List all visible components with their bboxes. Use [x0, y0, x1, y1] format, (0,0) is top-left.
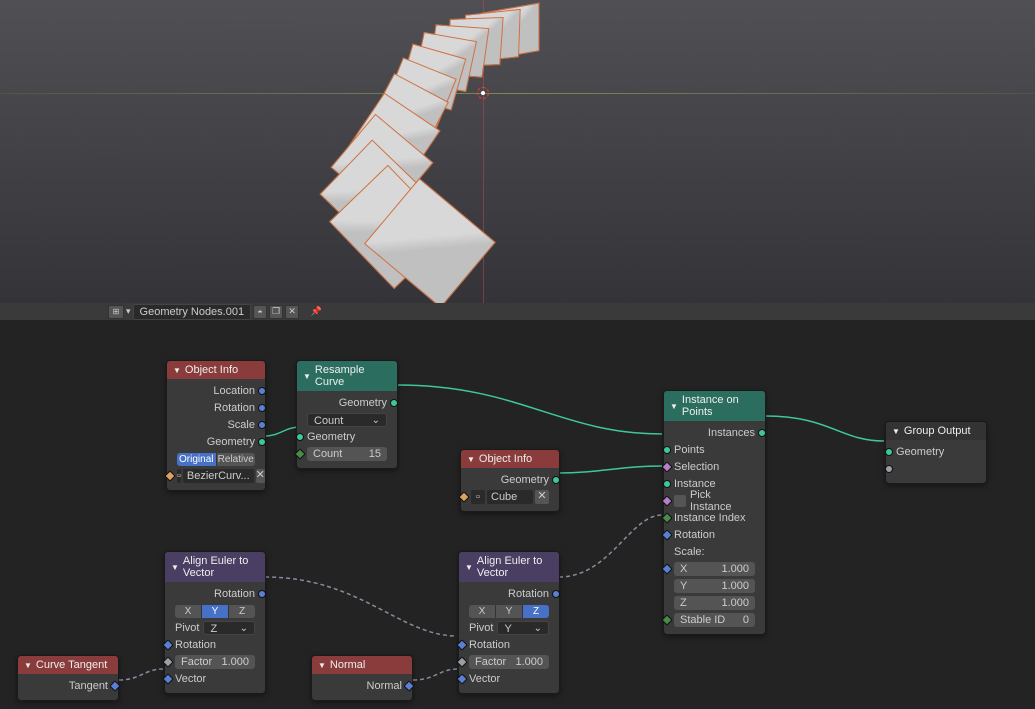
node-header[interactable]: Group Output	[886, 422, 986, 440]
node-editor-header: ⊞ ▾ Geometry Nodes.001 ◓ ❐ ✕ 📌	[0, 303, 1035, 321]
out-location: Location	[213, 385, 255, 397]
out-geometry: Geometry	[501, 474, 549, 486]
node-curve-tangent[interactable]: Curve Tangent Tangent	[17, 655, 119, 701]
node-header[interactable]: Normal	[312, 656, 412, 674]
in-index: Instance Index	[674, 512, 746, 524]
pivot-label: Pivot	[469, 622, 493, 634]
clear-icon[interactable]: ✕	[256, 469, 265, 483]
scale-z[interactable]: Z1.000	[674, 596, 755, 610]
object-field[interactable]: BezierCurv...	[183, 469, 254, 483]
in-rotation: Rotation	[469, 639, 510, 651]
node-object-info-1[interactable]: Object Info Location Rotation Scale Geom…	[166, 360, 266, 491]
scale-x[interactable]: X1.000	[674, 562, 755, 576]
pin-icon[interactable]: 📌	[309, 305, 323, 319]
clear-icon[interactable]: ✕	[535, 490, 549, 504]
in-rotation: Rotation	[175, 639, 216, 651]
node-header[interactable]: Curve Tangent	[18, 656, 118, 674]
out-scale: Scale	[227, 419, 255, 431]
in-geometry: Geometry	[307, 431, 355, 443]
node-align-euler-2[interactable]: Align Euler to Vector Rotation XYZ Pivot…	[458, 551, 560, 694]
scale-y[interactable]: Y1.000	[674, 579, 755, 593]
3d-viewport[interactable]	[0, 0, 1035, 303]
factor-field[interactable]: Factor1.000	[469, 655, 549, 669]
node-normal[interactable]: Normal Normal	[311, 655, 413, 701]
node-header[interactable]: Object Info	[461, 450, 559, 468]
out-geometry: Geometry	[207, 436, 255, 448]
nodetree-name-field[interactable]: Geometry Nodes.001	[133, 304, 252, 320]
node-align-euler-1[interactable]: Align Euler to Vector Rotation XYZ Pivot…	[164, 551, 266, 694]
instanced-geometry	[320, 0, 580, 290]
axis-x[interactable]: X	[175, 605, 202, 618]
axis-z[interactable]: Z	[229, 605, 255, 618]
node-header[interactable]: Align Euler to Vector	[459, 552, 559, 582]
node-object-info-2[interactable]: Object Info Geometry ▫Cube✕	[460, 449, 560, 512]
out-normal: Normal	[367, 680, 402, 692]
factor-field[interactable]: Factor1.000	[175, 655, 255, 669]
unlink-icon[interactable]: ✕	[285, 305, 299, 319]
node-header[interactable]: Align Euler to Vector	[165, 552, 265, 582]
in-points: Points	[674, 444, 705, 456]
scale-label: Scale:	[674, 546, 705, 558]
in-selection: Selection	[674, 461, 719, 473]
object-icon: ▫	[177, 469, 181, 483]
out-rotation: Rotation	[214, 402, 255, 414]
btn-relative[interactable]: Relative	[217, 453, 256, 466]
node-header[interactable]: Object Info	[167, 361, 265, 379]
axis-x[interactable]: X	[469, 605, 496, 618]
out-geometry: Geometry	[339, 397, 387, 409]
out-tangent: Tangent	[69, 680, 108, 692]
out-rotation: Rotation	[508, 588, 549, 600]
node-resample-curve[interactable]: Resample Curve Geometry Count Geometry C…	[296, 360, 398, 469]
node-group-output[interactable]: Group Output Geometry	[885, 421, 987, 484]
object-icon: ▫	[471, 490, 485, 504]
in-vector: Vector	[175, 673, 206, 685]
axis-z[interactable]: Z	[523, 605, 549, 618]
node-editor[interactable]: Object Info Location Rotation Scale Geom…	[0, 321, 1035, 709]
mode-select[interactable]: Count	[307, 413, 387, 427]
node-instance-on-points[interactable]: Instance on Points Instances Points Sele…	[663, 390, 766, 635]
pivot-select[interactable]: Y	[497, 621, 549, 635]
btn-original[interactable]: Original	[177, 453, 217, 466]
stable-id[interactable]: Stable ID0	[674, 613, 755, 627]
node-header[interactable]: Instance on Points	[664, 391, 765, 421]
node-header[interactable]: Resample Curve	[297, 361, 397, 391]
count-field[interactable]: Count15	[307, 447, 387, 461]
object-field[interactable]: Cube	[487, 490, 533, 504]
axis-y[interactable]: Y	[496, 605, 523, 618]
in-geometry: Geometry	[896, 446, 944, 458]
out-instances: Instances	[708, 427, 755, 439]
pivot-select[interactable]: Z	[203, 621, 255, 635]
axis-y[interactable]: Y	[202, 605, 229, 618]
pivot-label: Pivot	[175, 622, 199, 634]
shield-icon[interactable]: ◓	[253, 305, 267, 319]
in-rotation: Rotation	[674, 529, 715, 541]
out-rotation: Rotation	[214, 588, 255, 600]
pick-instance-checkbox[interactable]	[674, 495, 686, 507]
editor-type-icon[interactable]: ⊞	[108, 305, 124, 319]
duplicate-icon[interactable]: ❐	[269, 305, 283, 319]
in-vector: Vector	[469, 673, 500, 685]
